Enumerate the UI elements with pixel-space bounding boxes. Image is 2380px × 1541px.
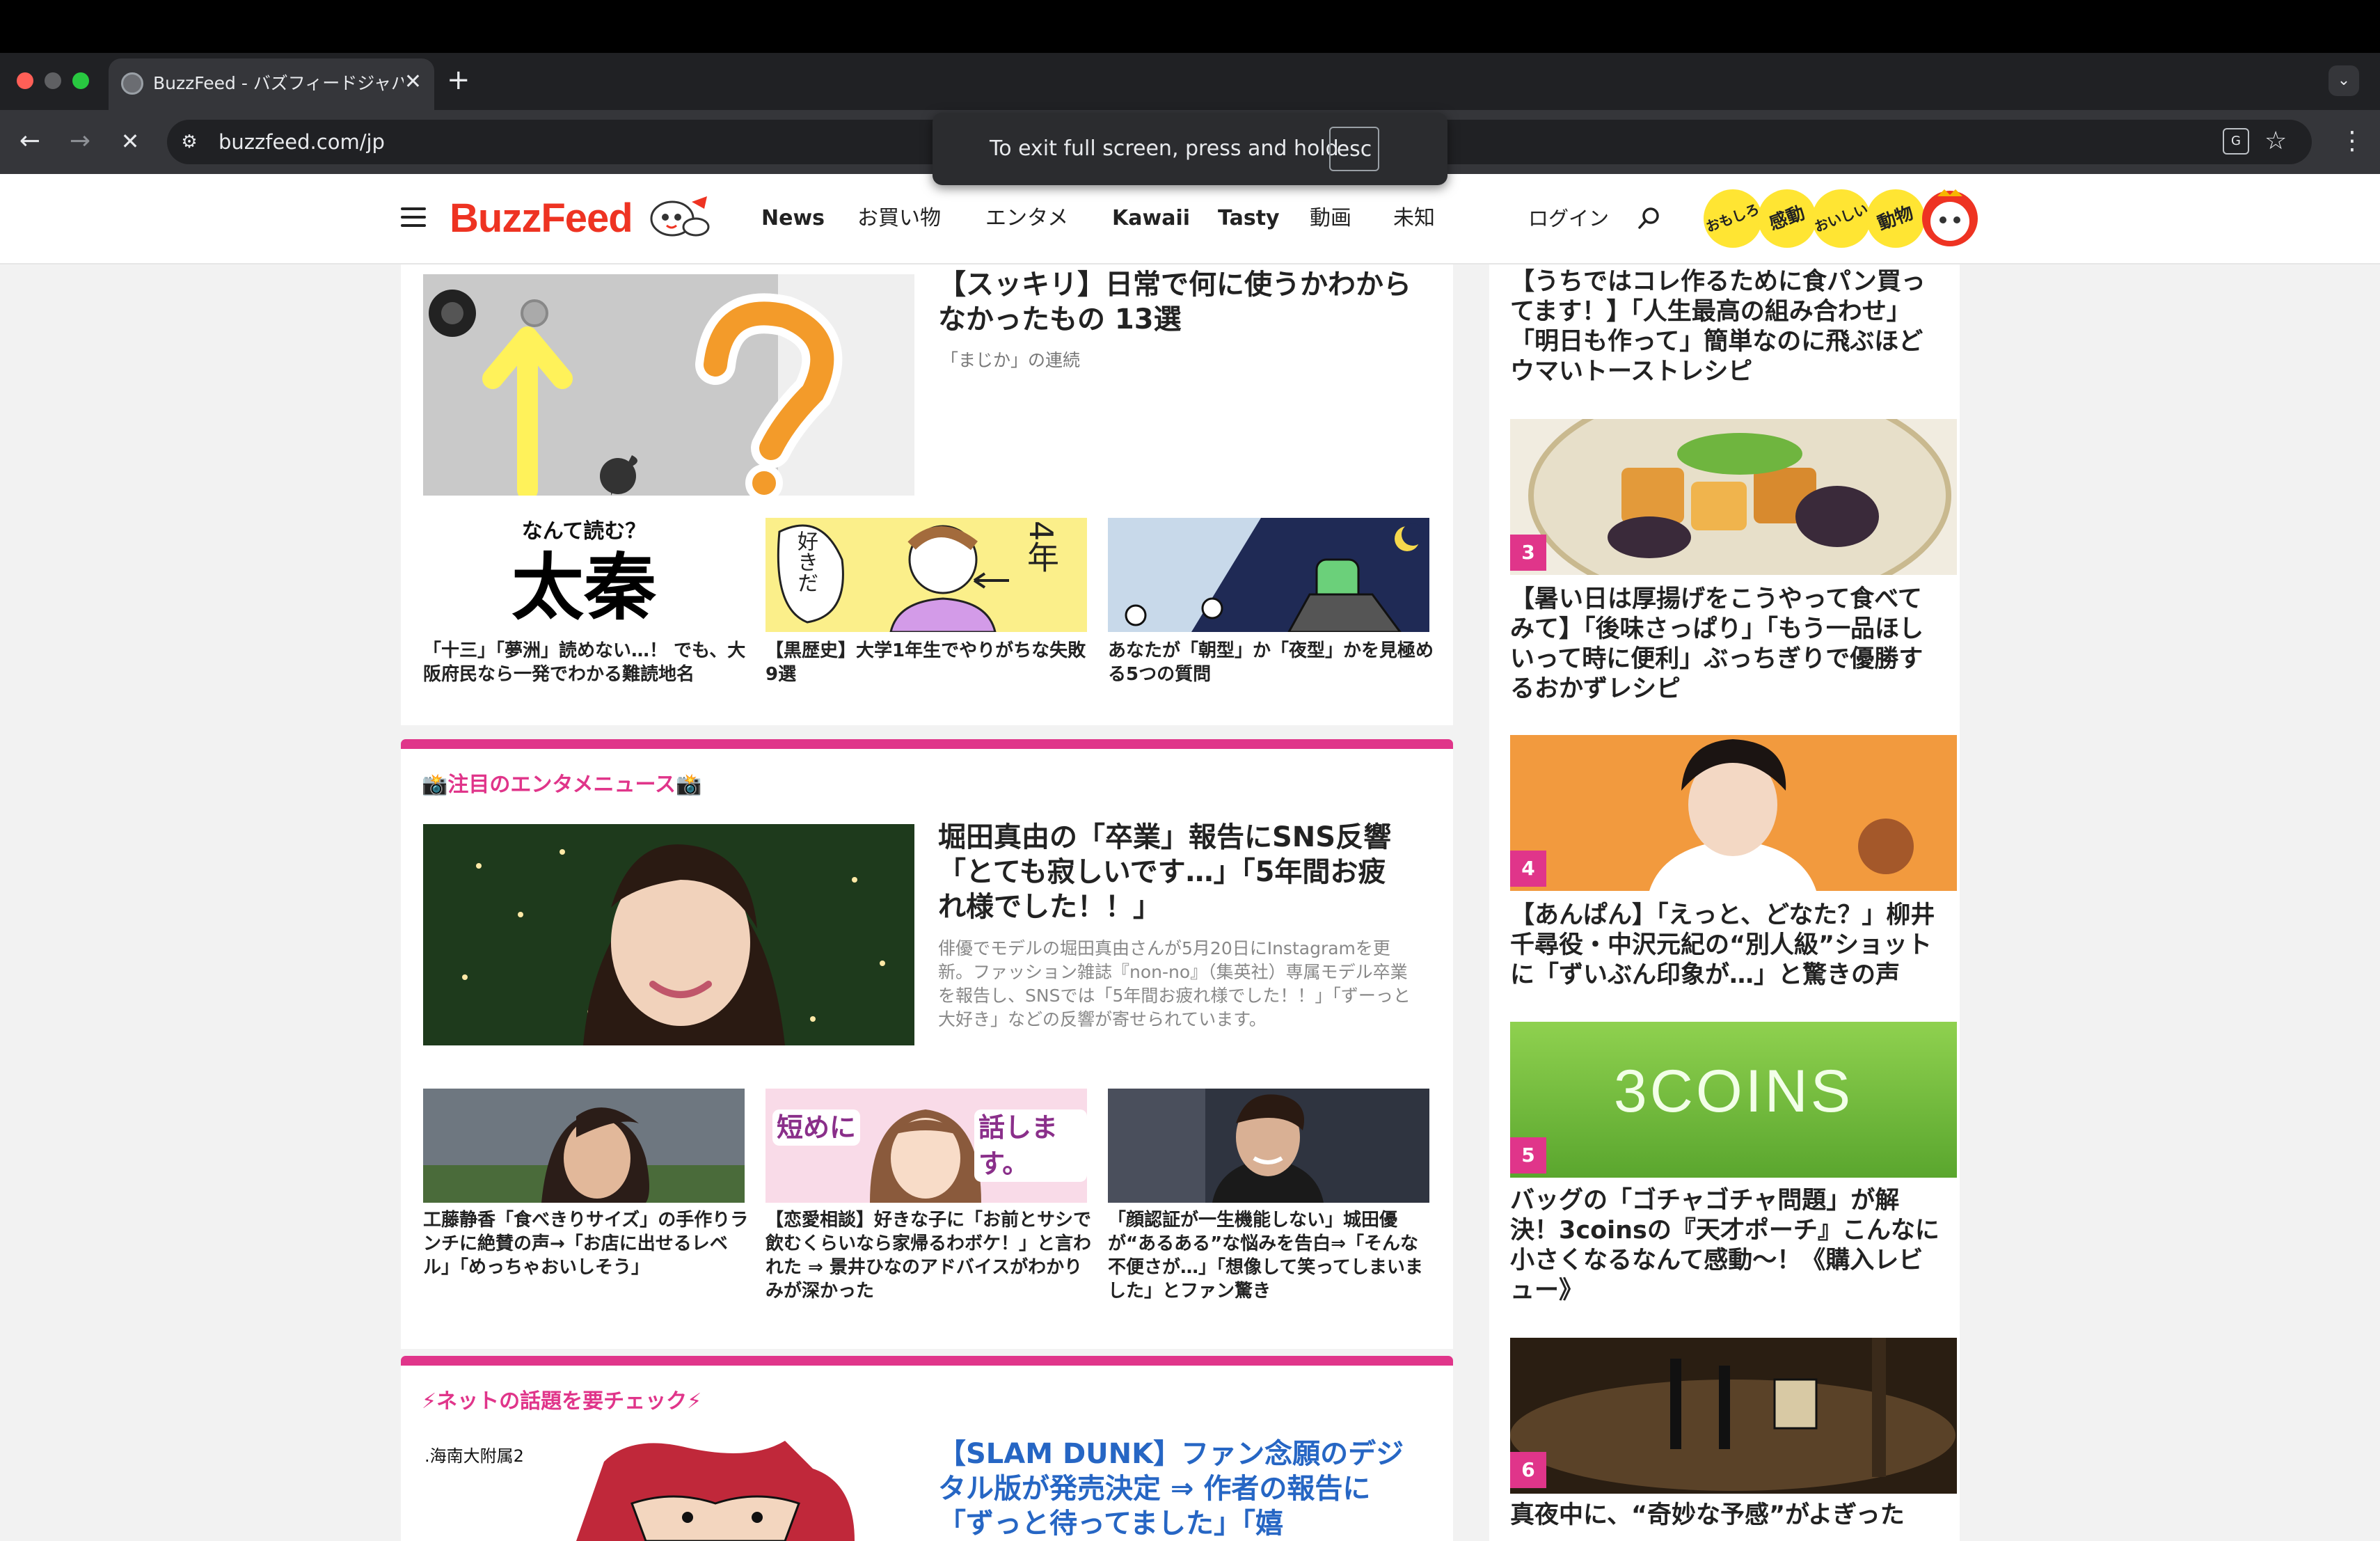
ranking-thumbnail-3[interactable]	[1510, 419, 1957, 575]
ranking-title-6[interactable]: 真夜中に、“奇妙な予感”がよぎった	[1510, 1501, 1946, 1531]
nav-tasty[interactable]: Tasty	[1218, 203, 1280, 234]
close-window-button[interactable]	[17, 72, 33, 89]
section-divider	[401, 739, 1453, 749]
card-title-blackhistory[interactable]: 【黒歴史】大学1年生でやりがちな失敗 9選	[765, 639, 1093, 686]
browser-menu-icon[interactable]: ⋮	[2340, 124, 2365, 159]
thumb-text-right: 話します。	[974, 1109, 1087, 1182]
net-topics-section-title[interactable]: ⚡ネットの話題を要チェック⚡	[422, 1388, 701, 1416]
minimize-window-button[interactable]	[45, 72, 61, 89]
entertainment-section-title[interactable]: 📸注目のエンタメニュース📸	[422, 771, 701, 799]
kanji-prompt: なんて読む？	[521, 519, 646, 544]
buzzfeed-logo[interactable]: BuzzFeed	[450, 192, 633, 245]
card-title-love-advice[interactable]: 【恋愛相談】好きな子に「お前とサシで飲むくらいなら家帰るわボケ！」と言われた ⇒…	[765, 1208, 1093, 1303]
tab-title: BuzzFeed - バズフィードジャパン	[153, 73, 404, 93]
rank-badge-5: 5	[1510, 1137, 1546, 1173]
browser-tab[interactable]: BuzzFeed - バズフィードジャパン ✕	[109, 58, 434, 110]
fullscreen-exit-notice: To exit full screen, press and hold esc	[933, 113, 1447, 185]
back-button[interactable]: ←	[13, 124, 47, 159]
category-badges[interactable]: おもしろ 感動 おいしい 動物	[1701, 187, 1979, 251]
site-info-icon[interactable]: ⚙	[177, 129, 202, 155]
url-text[interactable]: buzzfeed.com/jp	[219, 128, 385, 156]
featured-subtitle: 「まじか」の連続	[941, 350, 1081, 370]
translate-icon[interactable]: G	[2223, 128, 2249, 155]
comic-label: 4年	[1022, 521, 1060, 574]
bookmark-star-icon[interactable]: ☆	[2264, 124, 2287, 159]
coins-sign-text: 3COINS	[1613, 1058, 1854, 1125]
ranking-thumbnail-6[interactable]	[1510, 1338, 1957, 1494]
nav-shopping[interactable]: お買い物	[857, 203, 941, 234]
ranking-title-2[interactable]: 【うちではコレ作るために食パン買ってます！】「人生最高の組み合わせ」「明日も作っ…	[1510, 267, 1946, 387]
comic-speech: 好きだ	[793, 530, 818, 593]
section-divider	[401, 1356, 1453, 1366]
thumb-text-left: 短めに	[772, 1109, 861, 1146]
tab-search-button[interactable]: ⌄	[2329, 65, 2359, 96]
forward-button[interactable]: →	[63, 124, 97, 159]
login-link[interactable]: ログイン	[1528, 203, 1609, 234]
entertainment-featured-thumbnail[interactable]	[423, 824, 914, 1045]
stop-loading-button[interactable]: ✕	[113, 124, 148, 159]
nav-kawaii[interactable]: Kawaii	[1112, 203, 1190, 234]
nav-unknown[interactable]: 未知	[1393, 203, 1435, 234]
card-title-shirota[interactable]: 「顔認証が一生機能しない」城田優が“あるある”な悩みを告白⇒「そんな不便さが…」…	[1108, 1208, 1435, 1303]
rank-badge-3: 3	[1510, 535, 1546, 571]
esc-key-hint: esc	[1329, 127, 1379, 171]
rank-badge-4: 4	[1510, 851, 1546, 887]
hamburger-menu-icon[interactable]	[401, 207, 426, 232]
new-tab-button[interactable]: +	[447, 63, 470, 97]
featured-headline[interactable]: 【スッキリ】日常で何に使うかわからなかったもの 13選	[938, 267, 1411, 337]
nav-video[interactable]: 動画	[1310, 203, 1351, 234]
ranking-thumbnail-4[interactable]	[1510, 735, 1957, 891]
ranking-title-5[interactable]: バッグの「ゴチャゴチャ問題」が解決！3coinsの『天才ポーチ』こんなに小さくな…	[1510, 1186, 1946, 1306]
card-title-kanji[interactable]: 「十三」「夢洲」読めない…！ でも、大阪府民なら一発でわかる難読地名	[423, 639, 750, 686]
morning-night-thumbnail[interactable]	[1108, 518, 1429, 632]
nav-entertainment[interactable]: エンタメ	[985, 203, 1068, 234]
nav-news[interactable]: News	[761, 203, 825, 234]
slamdunk-thumbnail[interactable]: .海南大附属2	[423, 1441, 914, 1541]
kudo-thumbnail[interactable]	[423, 1089, 745, 1203]
entertainment-description: 俳優でモデルの堀田真由さんが5月20日にInstagramを更新。ファッション雑…	[938, 938, 1411, 1029]
screen-top-bar	[0, 0, 2380, 53]
shirota-thumbnail[interactable]	[1108, 1089, 1429, 1203]
search-icon[interactable]	[1637, 206, 1662, 231]
mascot-logo-icon	[650, 196, 710, 237]
ranking-title-3[interactable]: 【暑い日は厚揚げをこうやって食べてみて】「後味さっぱり」「もう一品ほしいって時に…	[1510, 585, 1946, 704]
fullscreen-notice-text: To exit full screen, press and hold	[990, 136, 1339, 161]
card-title-kudo[interactable]: 工藤静香「食べきりサイズ」の手作りランチに絶賛の声→「お店に出せるレベル」「めっ…	[423, 1208, 750, 1279]
ranking-thumbnail-5[interactable]: 3COINS	[1510, 1022, 1957, 1178]
kanji-word: 太秦	[511, 544, 656, 630]
slamdunk-caption: .海南大附属2	[425, 1446, 524, 1466]
comic-thumbnail[interactable]: 好きだ 4年	[765, 518, 1087, 632]
card-title-morning-night[interactable]: あなたが「朝型」か「夜型」かを見極める5つの質問	[1108, 639, 1435, 686]
close-tab-icon[interactable]: ✕	[404, 70, 422, 95]
slamdunk-headline[interactable]: 【SLAM DUNK】ファン念願のデジタル版が発売決定 ⇒ 作者の報告に「ずっと…	[938, 1437, 1411, 1541]
loading-favicon-icon	[121, 72, 143, 95]
featured-thumbnail[interactable]	[423, 274, 914, 496]
entertainment-headline[interactable]: 堀田真由の「卒業」報告にSNS反響「とても寂しいです…」「5年間お疲れ様でした！…	[938, 820, 1411, 924]
kanji-quiz-thumbnail[interactable]: なんて読む？ 太秦	[423, 518, 745, 632]
rank-badge-6: 6	[1510, 1452, 1546, 1488]
ranking-title-4[interactable]: 【あんぱん】「えっと、どなた？」柳井千尋役・中沢元紀の“別人級”ショットに「ずい…	[1510, 901, 1946, 990]
maximize-window-button[interactable]	[72, 72, 89, 89]
love-advice-thumbnail[interactable]: 短めに 話します。	[765, 1089, 1087, 1203]
